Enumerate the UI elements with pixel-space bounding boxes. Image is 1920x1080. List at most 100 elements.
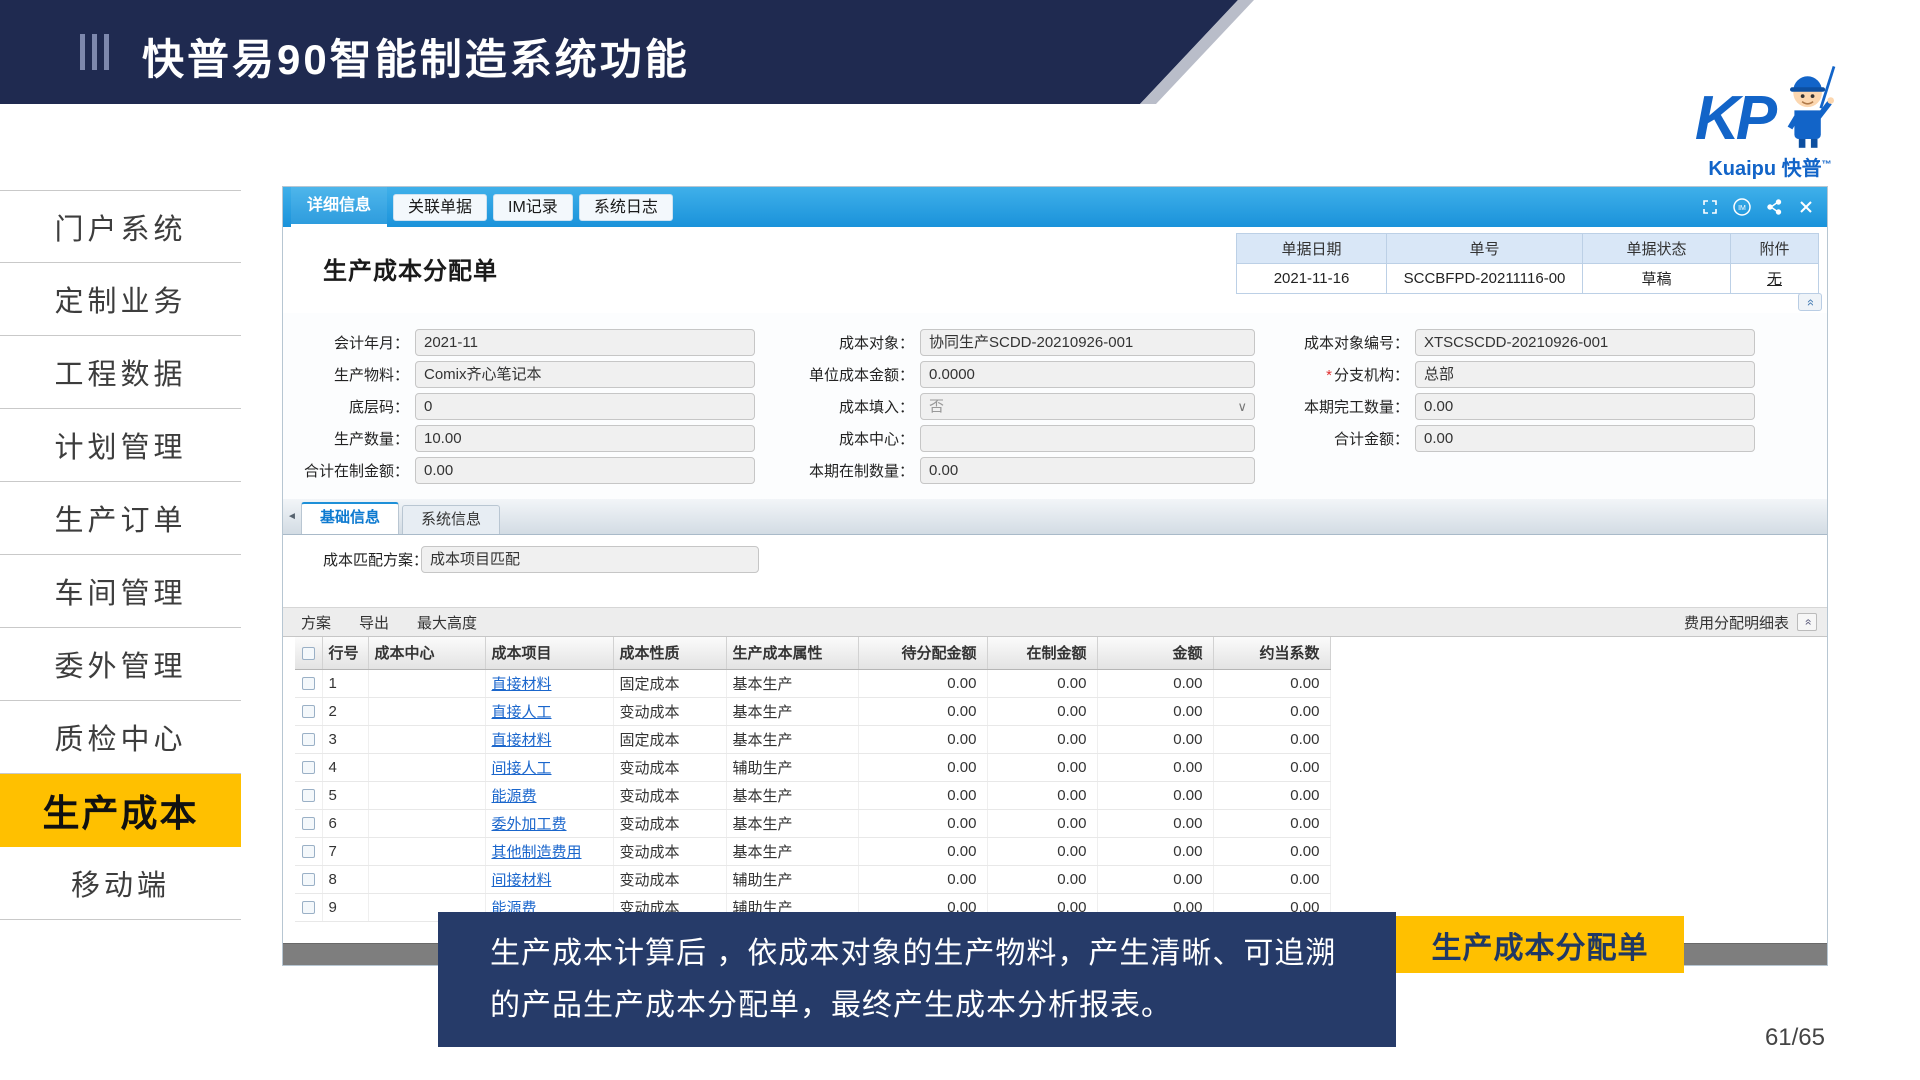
field-input[interactable]: 2021-11 [415, 329, 755, 356]
doc-info-value[interactable]: 无 [1731, 264, 1819, 294]
field-value: 协同生产SCDD-20210926-001 [929, 334, 1133, 351]
match-scheme-input[interactable]: 成本项目匹配 [421, 546, 759, 573]
field-value: 0.00 [1424, 430, 1453, 447]
cost-item-link[interactable]: 其他制造费用 [492, 844, 582, 861]
cost-item-link[interactable]: 能源费 [492, 788, 537, 805]
toolbar-button[interactable]: 导出 [359, 612, 389, 633]
cell: 基本生产 [726, 669, 858, 697]
cost-item-link[interactable]: 间接材料 [492, 872, 552, 889]
window-tab[interactable]: 关联单据 [393, 194, 487, 221]
sidebar-item[interactable]: 车间管理 [0, 555, 241, 628]
form-field: 成本对象编号：XTSCSCDD-20210926-001 [1258, 329, 1755, 356]
toolbar-button[interactable]: 方案 [301, 612, 331, 633]
collapse-grid-button[interactable]: » [1797, 613, 1817, 631]
sidebar-item[interactable]: 质检中心 [0, 701, 241, 774]
sidebar-item[interactable]: 生产成本 [0, 774, 241, 847]
row-checkbox[interactable] [302, 677, 315, 690]
window-tab[interactable]: 系统日志 [579, 194, 673, 221]
cell: 0.00 [1213, 781, 1330, 809]
fullscreen-icon[interactable] [1701, 198, 1719, 216]
row-checkbox[interactable] [302, 761, 315, 774]
cell: 0.00 [1097, 837, 1213, 865]
cell [368, 669, 485, 697]
cell: 4 [322, 753, 368, 781]
subtab[interactable]: 基础信息 [301, 502, 399, 534]
cell: 直接人工 [485, 697, 613, 725]
field-input[interactable]: 10.00 [415, 425, 755, 452]
field-input[interactable]: 0.0000 [920, 361, 1255, 388]
cell: 0.00 [1097, 669, 1213, 697]
row-checkbox[interactable] [302, 789, 315, 802]
subtab[interactable]: 系统信息 [402, 505, 500, 534]
close-icon[interactable] [1797, 198, 1815, 216]
cell: 0.00 [987, 837, 1097, 865]
row-checkbox[interactable] [302, 845, 315, 858]
form-field: 成本中心： [763, 425, 1255, 452]
sidebar-item[interactable]: 生产订单 [0, 482, 241, 555]
field-input[interactable]: 0.00 [1415, 393, 1755, 420]
chevron-down-icon[interactable]: ∨ [1237, 394, 1247, 419]
sidebar-item[interactable]: 委外管理 [0, 628, 241, 701]
logo-row: KP [1660, 62, 1880, 150]
cost-item-link[interactable]: 委外加工费 [492, 816, 567, 833]
cost-item-link[interactable]: 间接人工 [492, 760, 552, 777]
form-column-2: 成本对象：协同生产SCDD-20210926-001单位成本金额：0.0000成… [763, 329, 1255, 484]
window-tab[interactable]: 详细信息 [291, 187, 387, 227]
field-input[interactable]: XTSCSCDD-20210926-001 [1415, 329, 1755, 356]
share-icon[interactable] [1765, 198, 1783, 216]
toolbar-button[interactable]: 最大高度 [417, 612, 477, 633]
sidebar-item[interactable]: 移动端 [0, 847, 241, 920]
cell: 基本生产 [726, 809, 858, 837]
field-input[interactable]: 协同生产SCDD-20210926-001 [920, 329, 1255, 356]
row-checkbox[interactable] [302, 817, 315, 830]
field-label: 成本对象： [763, 332, 920, 353]
table-row: 6委外加工费变动成本基本生产0.000.000.000.00 [295, 809, 1330, 837]
cell: 0.00 [858, 725, 987, 753]
field-label: 底层码： [283, 396, 415, 417]
slide-title: 快普易90智能制造系统功能 [142, 26, 690, 87]
sidebar-item[interactable]: 门户系统 [0, 190, 241, 263]
im-icon[interactable]: IM [1733, 198, 1751, 216]
cost-item-link[interactable]: 直接材料 [492, 732, 552, 749]
field-input[interactable]: 0 [415, 393, 755, 420]
cell: 0.00 [1213, 669, 1330, 697]
field-value: 总部 [1424, 366, 1454, 383]
row-checkbox[interactable] [302, 873, 315, 886]
field-input[interactable]: 0.00 [1415, 425, 1755, 452]
field-label: *分支机构： [1258, 364, 1415, 385]
mascot-illustration [1779, 62, 1845, 150]
field-input[interactable]: 否∨ [920, 393, 1255, 420]
row-select-cell [295, 697, 322, 725]
row-select-cell [295, 781, 322, 809]
caption-line2: 的产品生产成本分配单，最终产生成本分析报表。 [490, 980, 1396, 1032]
form-column-3: 成本对象编号：XTSCSCDD-20210926-001 *分支机构： 总部本期完工… [1258, 329, 1755, 452]
field-input[interactable]: 0.00 [920, 457, 1255, 484]
field-label: 本期完工数量： [1258, 396, 1415, 417]
select-all-checkbox[interactable] [302, 647, 315, 660]
cell: 0.00 [987, 669, 1097, 697]
sidebar-item[interactable]: 工程数据 [0, 336, 241, 409]
form-field: 生产数量：10.00 [283, 425, 755, 452]
cost-item-link[interactable]: 直接人工 [492, 704, 552, 721]
cost-item-link[interactable]: 直接材料 [492, 676, 552, 693]
field-input[interactable] [920, 425, 1255, 452]
field-input[interactable]: 总部 [1415, 361, 1755, 388]
sidebar-item[interactable]: 计划管理 [0, 409, 241, 482]
row-checkbox[interactable] [302, 705, 315, 718]
cell: 0.00 [1213, 809, 1330, 837]
cell: 固定成本 [613, 669, 726, 697]
cell [368, 837, 485, 865]
cell: 0.00 [858, 753, 987, 781]
cell: 间接人工 [485, 753, 613, 781]
cell: 0.00 [987, 809, 1097, 837]
cell [368, 781, 485, 809]
form-field: 本期在制数量：0.00 [763, 457, 1255, 484]
sidebar-item[interactable]: 定制业务 [0, 263, 241, 336]
row-checkbox[interactable] [302, 901, 315, 914]
collapse-panel-button[interactable]: » [1798, 293, 1822, 311]
field-input[interactable]: 0.00 [415, 457, 755, 484]
field-input[interactable]: Comix齐心笔记本 [415, 361, 755, 388]
scroll-left-icon[interactable]: ◄ [287, 511, 297, 522]
window-tab[interactable]: IM记录 [493, 194, 573, 221]
row-checkbox[interactable] [302, 733, 315, 746]
